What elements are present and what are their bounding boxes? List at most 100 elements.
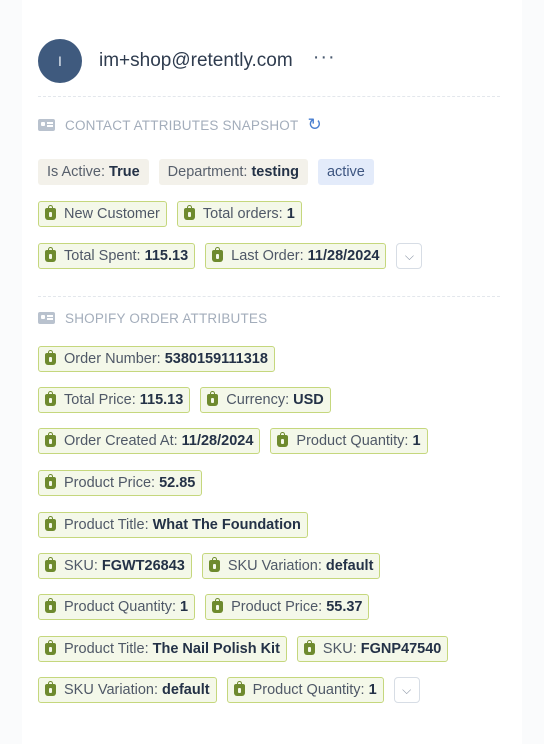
contact-email: im+shop@retently.com	[99, 50, 293, 71]
shopify-chip: Product Title: The Nail Polish Kit	[38, 636, 287, 662]
chip-label: SKU Variation:	[227, 558, 322, 574]
shopify-chip: SKU Variation: default	[201, 553, 381, 579]
attribute-row: Total Price: 115.13 Currency: USD	[38, 387, 331, 413]
shopify-chip: SKU: FGNP47540	[296, 636, 449, 662]
refresh-icon[interactable]: ↻	[307, 115, 321, 135]
chip-value: 5380159111318	[164, 351, 268, 367]
shopify-bag-icon	[45, 391, 56, 406]
attribute-row: New Customer Total orders: 1	[38, 201, 302, 227]
chip-label: Last Order:	[231, 248, 304, 264]
shopify-bag-icon	[212, 598, 224, 613]
shopify-chip-new-customer: New Customer	[38, 201, 167, 227]
attribute-row: Is Active: True Department: testing acti…	[38, 159, 374, 185]
chip-value: 1	[286, 206, 295, 222]
shopify-bag-icon	[45, 640, 56, 655]
more-options-icon[interactable]: ···	[313, 47, 336, 70]
shopify-chip: Order Created At: 11/28/2024	[38, 428, 261, 454]
chip-label: Product Price:	[231, 599, 323, 615]
shopify-chip: SKU: FGWT26843	[38, 553, 192, 579]
shopify-chip: Product Quantity: 1	[226, 677, 384, 703]
contact-header: I im+shop@retently.com ···	[38, 38, 336, 84]
shopify-bag-icon	[45, 598, 56, 613]
chevron-down-icon[interactable]: ⌵	[396, 243, 423, 269]
chip-label: Is Active:	[47, 164, 106, 180]
shopify-chip: Product Title: What The Foundation	[38, 512, 308, 538]
chip-label: New Customer	[64, 206, 160, 222]
shopify-bag-icon	[207, 391, 219, 406]
attribute-row: Product Title: What The Foundation	[38, 512, 308, 538]
chip-label: Currency:	[226, 392, 290, 408]
chip-label: Department:	[167, 164, 248, 180]
shopify-bag-icon	[45, 247, 56, 262]
shopify-chip: Currency: USD	[200, 387, 331, 413]
chip-label: Product Title:	[64, 517, 149, 533]
attribute-row: Product Price: 52.85	[38, 470, 203, 496]
chip-label: SKU:	[322, 641, 357, 657]
chip-value: USD	[293, 392, 324, 408]
chip-label: Product Quantity:	[252, 682, 365, 698]
chip-value: 52.85	[159, 475, 196, 491]
chip-value: What The Foundation	[152, 517, 301, 533]
chip-value: default	[162, 682, 210, 698]
shopify-bag-icon	[45, 350, 56, 365]
shopify-chip: Product Price: 55.37	[205, 594, 370, 620]
chip-label: SKU:	[64, 558, 98, 574]
shopify-chip: Product Quantity: 1	[270, 428, 428, 454]
chip-label: Product Quantity:	[296, 433, 409, 449]
chip-value: 1	[180, 599, 189, 615]
attribute-row: SKU Variation: default Product Quantity:…	[38, 677, 420, 703]
divider	[38, 96, 500, 97]
attribute-row: Total Spent: 115.13 Last Order: 11/28/20…	[38, 243, 423, 269]
shopify-bag-icon	[303, 640, 315, 655]
shopify-chip: Total Price: 115.13	[38, 387, 191, 413]
section-title-text: SHOPIFY ORDER ATTRIBUTES	[65, 310, 268, 326]
shopify-bag-icon	[208, 557, 220, 572]
chip-label: Total Price:	[64, 392, 136, 408]
attribute-row: Order Created At: 11/28/2024 Product Qua…	[38, 428, 428, 454]
shopify-chip-total-orders: Total orders: 1	[176, 201, 302, 227]
chip-label: Total Spent:	[64, 248, 141, 264]
shopify-bag-icon	[233, 681, 245, 696]
chip-value: 115.13	[139, 392, 184, 408]
shopify-bag-icon	[277, 432, 289, 447]
chip-value: FGNP47540	[360, 641, 442, 657]
shopify-chip-last-order: Last Order: 11/28/2024	[205, 243, 387, 269]
shopify-chip-total-spent: Total Spent: 115.13	[38, 243, 196, 269]
avatar[interactable]: I	[38, 39, 82, 83]
attribute-row: Order Number: 5380159111318	[38, 346, 275, 372]
attribute-chip-is-active: Is Active: True	[38, 159, 149, 185]
shopify-bag-icon	[183, 205, 195, 220]
chevron-down-icon[interactable]: ⌵	[393, 677, 420, 703]
attribute-row: Product Quantity: 1 Product Price: 55.37	[38, 594, 370, 620]
shopify-chip: Order Number: 5380159111318	[38, 346, 275, 372]
shopify-chip: SKU Variation: default	[38, 677, 217, 703]
shopify-bag-icon	[212, 247, 224, 262]
shopify-bag-icon	[45, 432, 56, 447]
chip-value: 11/28/2024	[307, 248, 380, 264]
shopify-order-attributes-title: SHOPIFY ORDER ATTRIBUTES	[38, 308, 267, 328]
chip-value: 11/28/2024	[181, 433, 254, 449]
chip-label: Order Number:	[64, 351, 161, 367]
chip-label: Product Price:	[64, 475, 156, 491]
shopify-bag-icon	[45, 205, 56, 220]
shopify-chip: Product Price: 52.85	[38, 470, 203, 496]
chip-value: 115.13	[144, 248, 189, 264]
chip-value: True	[109, 164, 140, 180]
attribute-row: Product Title: The Nail Polish Kit SKU: …	[38, 636, 449, 662]
chip-value: 1	[368, 682, 377, 698]
chip-value: default	[325, 558, 374, 574]
contact-card-icon	[38, 312, 55, 324]
chip-label: Order Created At:	[64, 433, 178, 449]
chip-value: 55.37	[326, 599, 363, 615]
shopify-bag-icon	[45, 516, 56, 531]
shopify-bag-icon	[45, 681, 56, 696]
chip-label: Product Title:	[64, 641, 149, 657]
chip-value: The Nail Polish Kit	[152, 641, 280, 657]
chip-label: SKU Variation:	[64, 682, 159, 698]
chip-value: testing	[251, 164, 299, 180]
tag-chip-active: active	[317, 159, 374, 185]
chip-label: Total orders:	[202, 206, 283, 222]
shopify-bag-icon	[45, 474, 56, 489]
attribute-row: SKU: FGWT26843 SKU Variation: default	[38, 553, 381, 579]
chip-value: 1	[412, 433, 421, 449]
